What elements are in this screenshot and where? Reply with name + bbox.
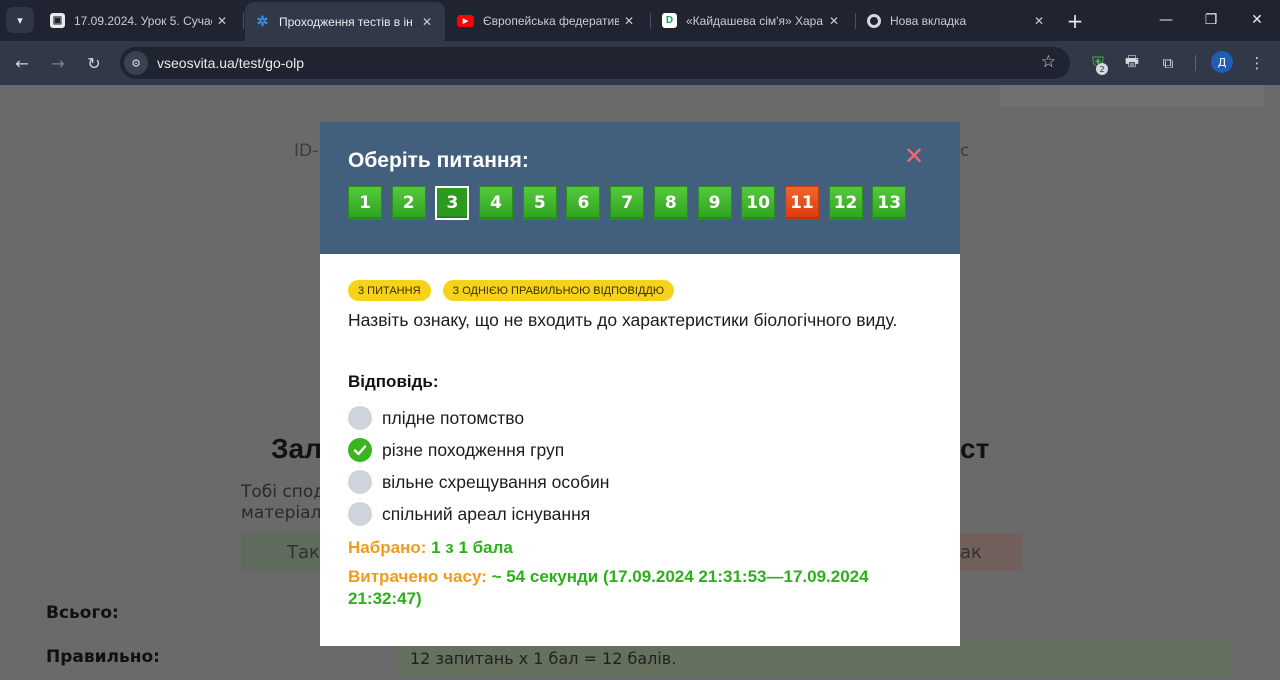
tab-separator (855, 13, 856, 29)
bg-text-line1: Тобі спод (241, 482, 326, 502)
chrome-icon (867, 13, 881, 28)
modal-title: Оберіть питання: (348, 149, 529, 172)
tab-title: Проходження тестів в ін (279, 14, 413, 29)
extension-printer-icon[interactable]: 🖶 (1120, 51, 1144, 75)
tab-separator (650, 13, 651, 29)
bg-id-suffix: с (960, 141, 970, 161)
answer-option[interactable]: плідне потомство (348, 402, 609, 434)
question-text: Назвіть ознаку, що не входить до характе… (348, 310, 898, 330)
score-line: Набрано: 1 з 1 бала (348, 537, 908, 559)
question-button-11[interactable]: 11 (784, 186, 819, 220)
checkmark-icon[interactable] (348, 438, 372, 462)
tab-new[interactable]: Нова вкладка ✕ (857, 0, 1057, 41)
modal-header: Оберіть питання: ✕ 1 2 3 4 5 6 7 8 9 10 11 12 13 (320, 122, 960, 254)
question-button-12[interactable]: 12 (828, 186, 863, 220)
question-button-7[interactable]: 7 (610, 186, 645, 220)
bg-button-no: ак (960, 533, 1022, 571)
back-icon[interactable]: ← (9, 50, 35, 76)
page-top-strip (1000, 85, 1264, 107)
d-icon: D (662, 13, 677, 28)
restore-icon[interactable]: ❐ (1199, 8, 1223, 32)
question-button-4[interactable]: 4 (479, 186, 514, 220)
answer-option-text: плідне потомство (382, 407, 525, 428)
classroom-icon: ▣ (50, 13, 65, 28)
extensions-puzzle-icon[interactable]: ⧉ (1156, 51, 1180, 75)
question-button-1[interactable]: 1 (348, 186, 382, 220)
close-tab-icon[interactable]: ✕ (824, 11, 844, 31)
browser-menu-icon[interactable]: ⋮ (1245, 51, 1269, 75)
tab-strip: ▾ ▣ 17.09.2024. Урок 5. Сучас ✕ ✲ Проход… (0, 0, 1280, 41)
reload-icon[interactable]: ↻ (81, 50, 107, 76)
answer-option[interactable]: різне походження груп (348, 434, 609, 466)
tab-kaidasheva[interactable]: D «Кайдашева сім'я» Хара ✕ (652, 0, 852, 41)
close-icon[interactable]: ✕ (900, 142, 928, 170)
tab-title: Нова вкладка (890, 13, 967, 28)
time-label: Витрачено часу: (348, 567, 487, 586)
answer-option-text: різне походження груп (382, 439, 565, 460)
tab-title: «Кайдашева сім'я» Хара (686, 13, 824, 28)
radio-icon[interactable] (348, 470, 372, 494)
bookmark-star-icon[interactable]: ☆ (1041, 52, 1056, 72)
score-label: Набрано: (348, 538, 427, 557)
bg-heading-left: Зал (271, 433, 322, 464)
time-line: Витрачено часу: ~ 54 секунди (17.09.2024… (348, 566, 908, 610)
question-button-8[interactable]: 8 (653, 186, 688, 220)
question-navigator: 1 2 3 4 5 6 7 8 9 10 11 12 13 (348, 186, 916, 220)
question-button-9[interactable]: 9 (697, 186, 732, 220)
question-button-10[interactable]: 10 (741, 186, 776, 220)
answer-option-text: спільний ареал існування (382, 503, 591, 524)
answer-option-text: вільне схрещування особин (382, 471, 610, 492)
minimize-icon[interactable]: — (1154, 8, 1178, 32)
question-button-3[interactable]: 3 (435, 186, 470, 220)
bg-button-yes: Так (241, 533, 320, 571)
question-modal: Оберіть питання: ✕ 1 2 3 4 5 6 7 8 9 10 11 12 13 3 П… (320, 122, 960, 646)
answer-options: плідне потомство різне походження груп віл… (348, 402, 609, 530)
bg-row-correct: Правильно: (46, 647, 160, 667)
close-tab-icon[interactable]: ✕ (619, 11, 639, 31)
address-bar[interactable]: ⚙ vseosvita.ua/test/go-olp ☆ (120, 47, 1070, 79)
toolbar-divider (1195, 55, 1196, 71)
answer-option[interactable]: вільне схрещування особин (348, 466, 609, 498)
bg-row-total: Всього: (46, 603, 119, 623)
question-number-badge: 3 ПИТАННЯ (348, 280, 431, 301)
question-button-6[interactable]: 6 (566, 186, 601, 220)
tab-separator (243, 13, 244, 29)
site-info-icon[interactable]: ⚙ (124, 51, 148, 75)
browser-toolbar: ← → ↻ ⚙ vseosvita.ua/test/go-olp ☆ ⛨ 2 🖶… (0, 41, 1280, 85)
score-value: 1 з 1 бала (431, 538, 513, 557)
forward-icon[interactable]: → (45, 50, 71, 76)
close-tab-icon[interactable]: ✕ (212, 11, 232, 31)
profile-avatar[interactable]: Д (1211, 51, 1233, 73)
bg-text-line2: матеріал (241, 503, 322, 523)
radio-icon[interactable] (348, 502, 372, 526)
answer-label: Відповідь: (348, 372, 439, 391)
close-tab-icon[interactable]: ✕ (417, 12, 437, 32)
close-tab-icon[interactable]: ✕ (1029, 11, 1049, 31)
question-button-2[interactable]: 2 (391, 186, 426, 220)
question-button-13[interactable]: 13 (872, 186, 907, 220)
extension-shield-icon[interactable]: ⛨ 2 (1086, 51, 1110, 75)
bg-id-label: ID- (294, 141, 319, 161)
question-badges: 3 ПИТАННЯ З ОДНІЄЮ ПРАВИЛЬНОЮ ВІДПОВІДДЮ (348, 280, 686, 301)
tab-vseosvita[interactable]: ✲ Проходження тестів в ін ✕ (245, 2, 445, 41)
tab-lesson[interactable]: ▣ 17.09.2024. Урок 5. Сучас ✕ (40, 0, 240, 41)
answer-option[interactable]: спільний ареал існування (348, 498, 609, 530)
radio-icon[interactable] (348, 406, 372, 430)
url-text[interactable]: vseosvita.ua/test/go-olp (157, 55, 304, 71)
question-type-badge: З ОДНІЄЮ ПРАВИЛЬНОЮ ВІДПОВІДДЮ (442, 280, 674, 301)
close-window-icon[interactable]: ✕ (1245, 8, 1269, 32)
tab-youtube[interactable]: ▶ Європейська федератив ✕ (447, 0, 647, 41)
youtube-icon: ▶ (457, 14, 474, 27)
tab-title: Європейська федератив (483, 13, 619, 28)
bg-heading-right: ст (960, 433, 990, 464)
tab-title: 17.09.2024. Урок 5. Сучас (74, 13, 212, 28)
question-button-5[interactable]: 5 (522, 186, 557, 220)
extension-badge: 2 (1096, 63, 1108, 75)
vseosvita-icon: ✲ (256, 13, 269, 29)
new-tab-button[interactable]: + (1062, 8, 1088, 34)
tab-search-button[interactable]: ▾ (6, 7, 34, 33)
